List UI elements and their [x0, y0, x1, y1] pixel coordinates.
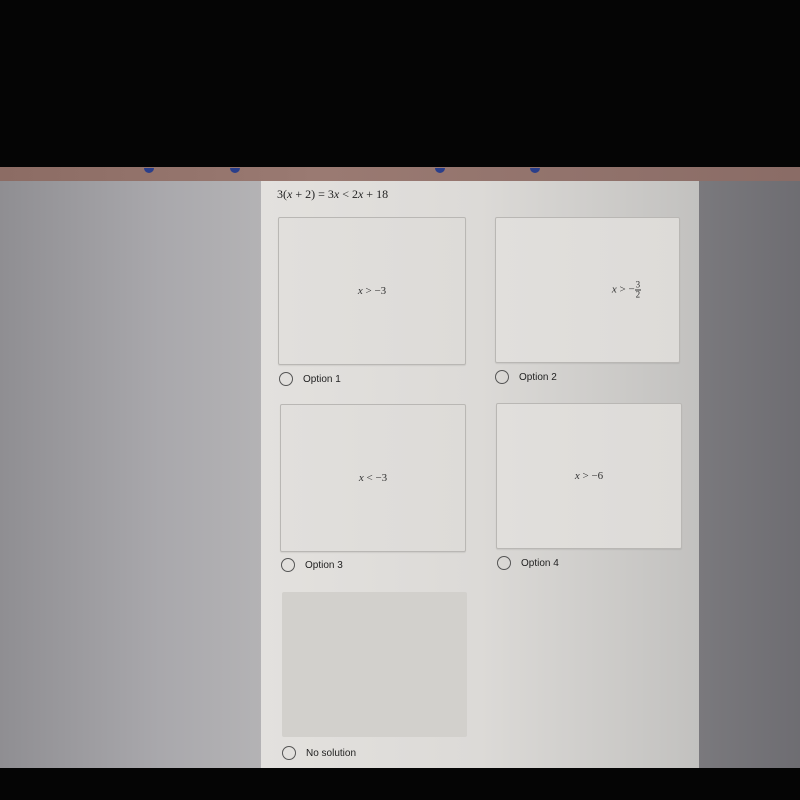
option-2-label: Option 2	[519, 371, 557, 383]
option-5-radio[interactable]	[282, 746, 296, 760]
inequality-relation: < −3	[363, 472, 388, 484]
equation-part: + 2) = 3	[292, 187, 334, 201]
inequality-relation: > −3	[362, 285, 387, 297]
toolbar-icon[interactable]	[144, 168, 154, 173]
option-5-label: No solution	[306, 747, 357, 759]
option-2-radio-row[interactable]: Option 2	[495, 370, 557, 384]
option-3-radio[interactable]	[281, 558, 295, 572]
option-1-label: Option 1	[303, 373, 341, 385]
option-1-card[interactable]: x > −3	[278, 217, 466, 365]
option-4-math: x > −6	[497, 470, 681, 482]
option-3-label: Option 3	[305, 559, 343, 571]
screen: 3(x + 2) = 3x < 2x + 18 x > −3 Option 1 …	[0, 0, 800, 800]
option-4-label: Option 4	[521, 557, 559, 569]
toolbar-icon[interactable]	[530, 168, 540, 173]
equation-part: < 2	[339, 187, 358, 201]
inequality-relation: > −6	[579, 470, 604, 482]
fraction: 32	[634, 280, 642, 300]
option-5-radio-row[interactable]: No solution	[282, 746, 356, 760]
option-1-radio[interactable]	[279, 372, 293, 386]
option-3-math: x < −3	[281, 472, 465, 484]
option-3-card[interactable]: x < −3	[280, 404, 466, 552]
inequality-relation: > −	[616, 283, 635, 296]
browser-toolbar	[0, 167, 800, 181]
option-2-card[interactable]: x > −3 2	[495, 217, 680, 363]
option-3-radio-row[interactable]: Option 3	[281, 558, 343, 572]
option-2-radio[interactable]	[495, 370, 509, 384]
equation-part: + 18	[363, 187, 389, 201]
toolbar-icon[interactable]	[435, 168, 445, 173]
question-equation: 3(x + 2) = 3x < 2x + 18	[277, 187, 388, 202]
option-1-math: x > −3	[279, 285, 465, 297]
toolbar-icon[interactable]	[230, 168, 240, 173]
option-1-radio-row[interactable]: Option 1	[279, 372, 341, 386]
option-4-radio[interactable]	[497, 556, 511, 570]
option-5-card[interactable]	[282, 592, 467, 737]
page-margin-right	[699, 181, 800, 771]
screen-bezel-bottom	[0, 768, 800, 800]
option-2-math: x > −3 2	[496, 280, 679, 300]
fraction-denominator: 2	[635, 289, 641, 300]
option-4-radio-row[interactable]: Option 4	[497, 556, 559, 570]
equation-part: 3(	[277, 187, 287, 201]
option-4-card[interactable]: x > −6	[496, 403, 682, 549]
